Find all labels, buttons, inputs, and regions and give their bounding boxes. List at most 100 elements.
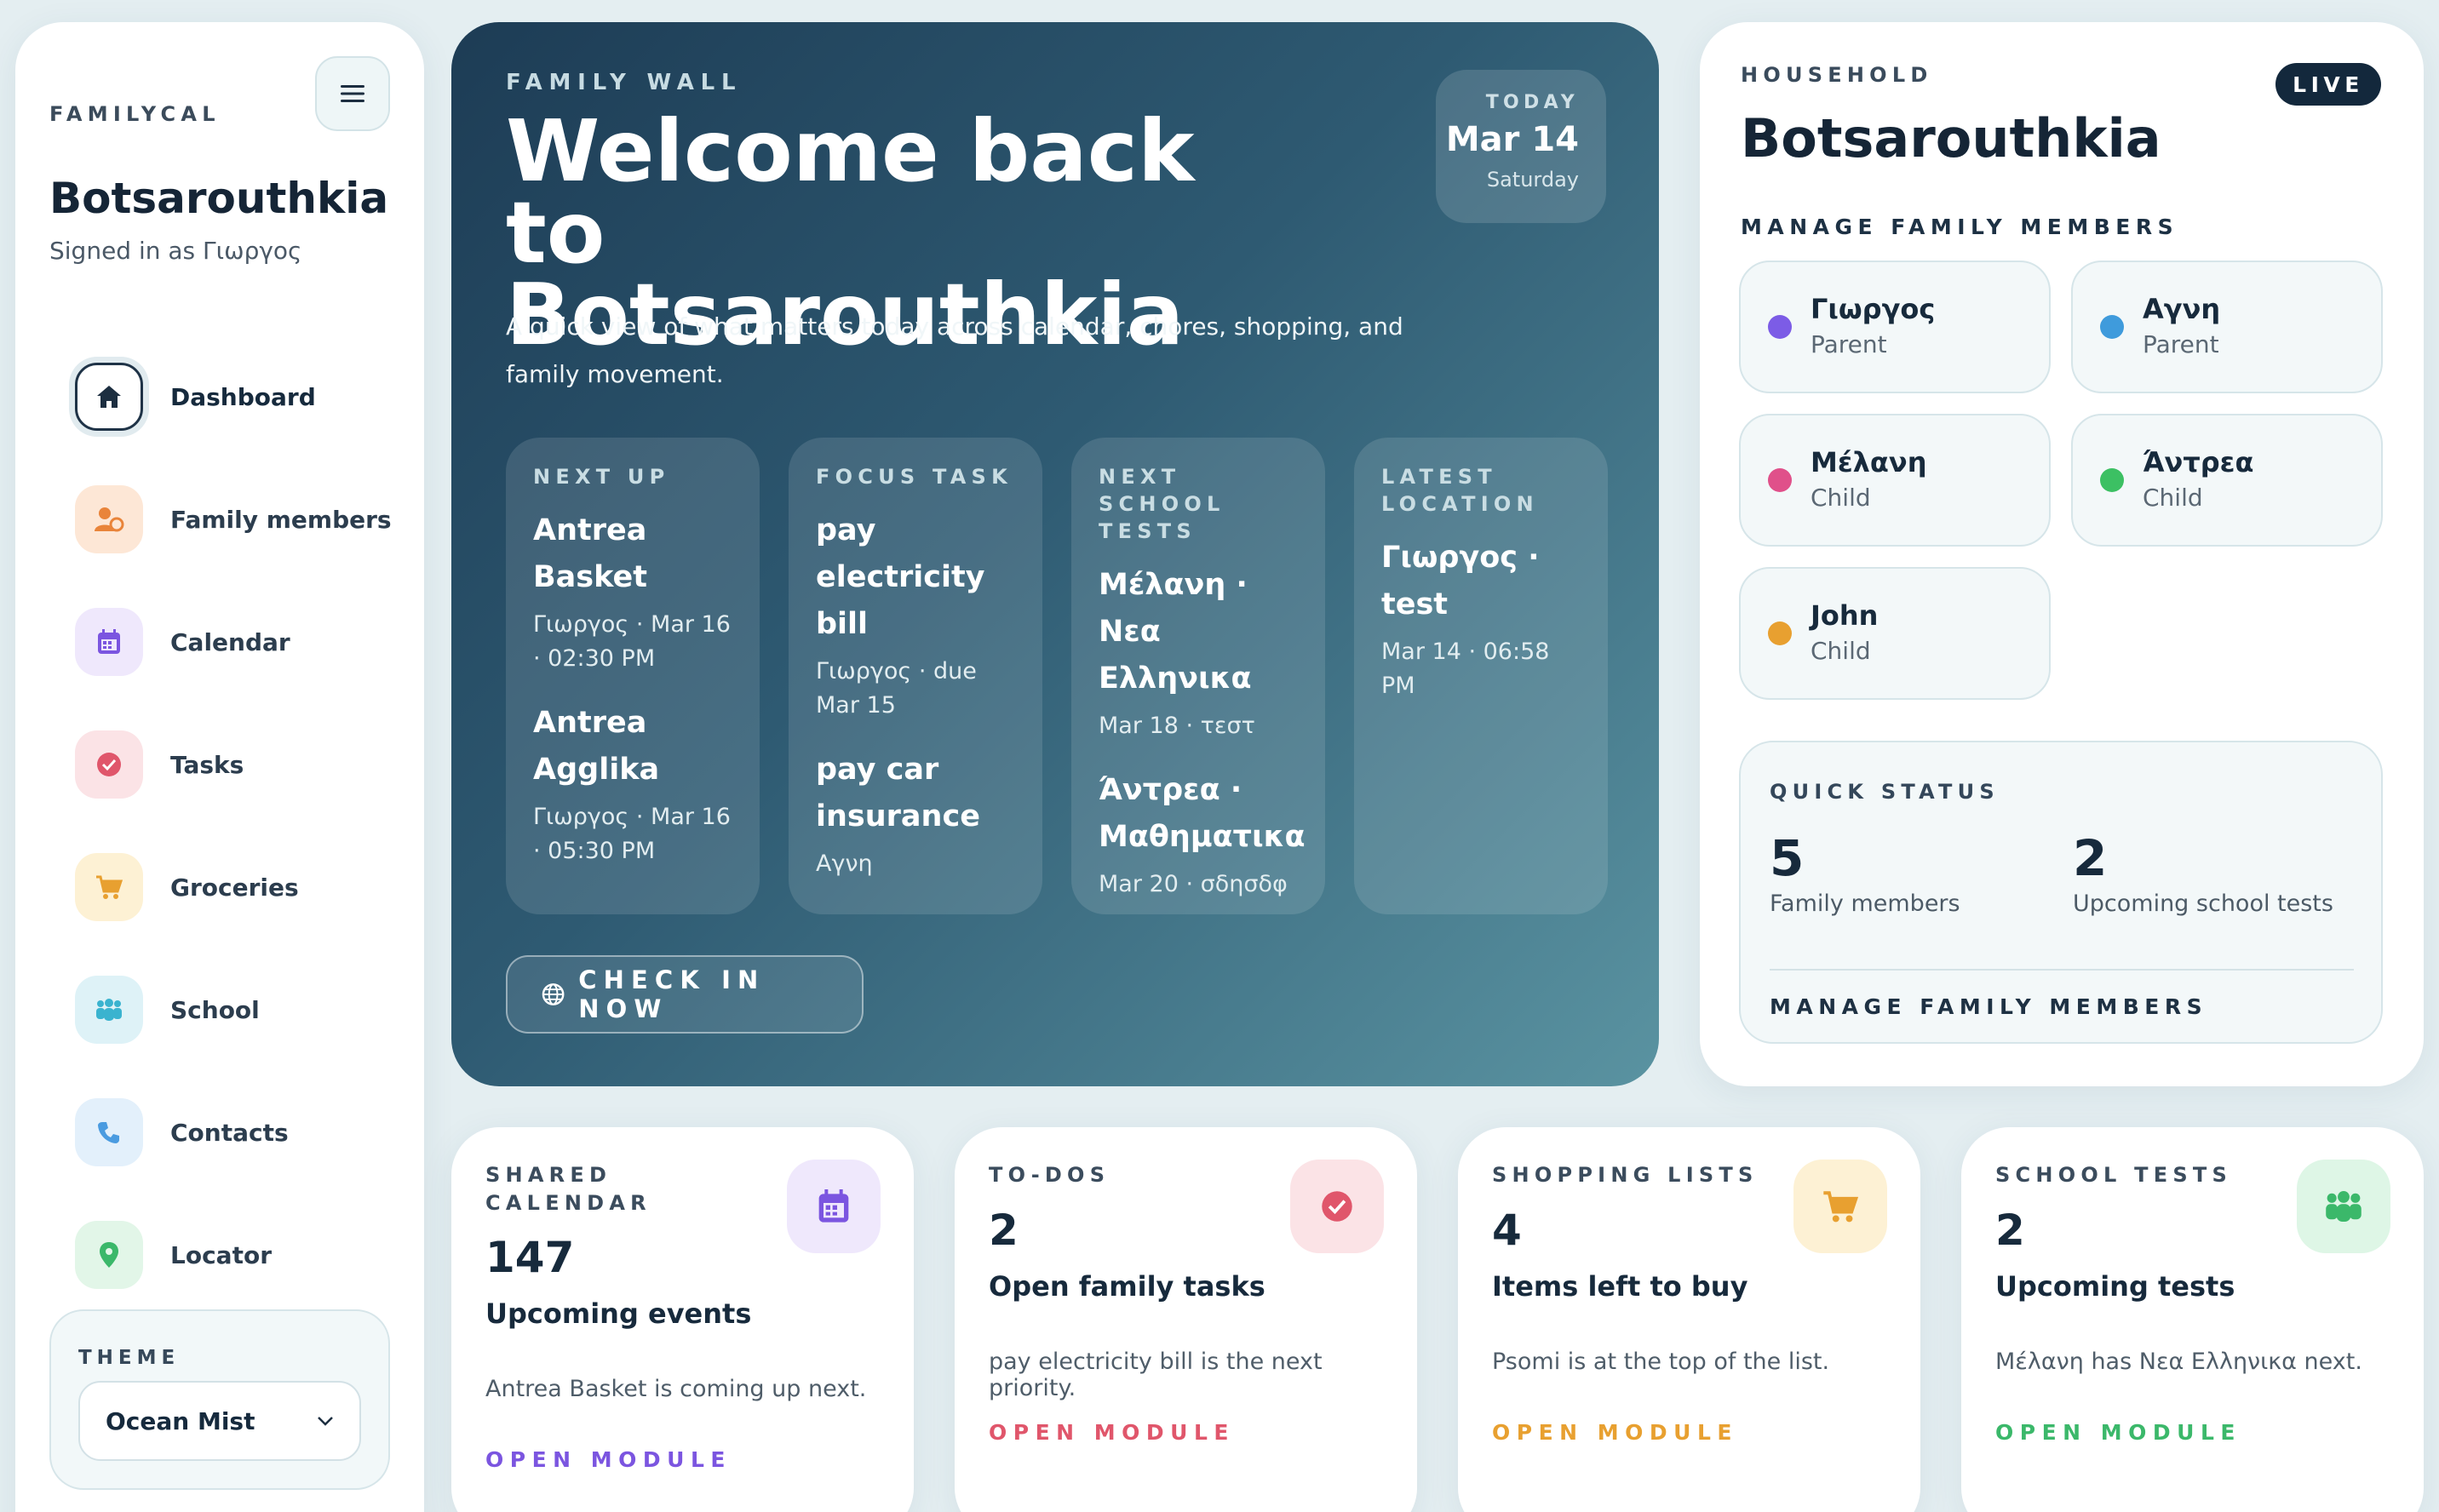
- module-title: Items left to buy: [1492, 1270, 1748, 1303]
- focus-task-card[interactable]: FOCUS TASK pay electricity bill Γιωργος …: [789, 438, 1042, 914]
- stat-value: 5: [1770, 829, 1805, 887]
- test-meta: Mar 18 · τεστ: [1099, 713, 1255, 739]
- event-title: Antrea Basket: [533, 513, 647, 594]
- people-icon: [2297, 1160, 2390, 1253]
- module-description: Psomi is at the top of the list.: [1492, 1349, 1830, 1375]
- member-name: Μέλανη: [1811, 446, 1927, 478]
- sidebar: FAMILYCAL Botsarouthkia Signed in as Γιω…: [15, 22, 424, 1512]
- task-item: pay electricity bill Γιωργος · due Mar 1…: [816, 507, 1017, 723]
- nav-item-school[interactable]: School: [75, 948, 416, 1071]
- nav-label: Groceries: [170, 873, 299, 902]
- nav-label: School: [170, 995, 260, 1024]
- cart-icon: [1793, 1160, 1887, 1253]
- module-card-calendar[interactable]: SHARED CALENDAR 147 Upcoming events Antr…: [451, 1127, 914, 1512]
- module-label: SCHOOL TESTS: [1995, 1163, 2233, 1187]
- task-meta: Αγνη: [816, 850, 873, 877]
- module-count: 147: [485, 1233, 575, 1282]
- event-item: Antrea Basket Γιωργος · Mar 16 · 02:30 P…: [533, 507, 734, 676]
- nav-label: Contacts: [170, 1118, 289, 1147]
- open-module-link[interactable]: OPEN MODULE: [1492, 1420, 1738, 1445]
- check-in-button[interactable]: CHECK IN NOW: [506, 955, 864, 1034]
- module-title: Open family tasks: [989, 1270, 1265, 1303]
- stat-family-members: 5 Family members: [1770, 828, 1960, 917]
- calendar-icon: [787, 1160, 881, 1253]
- module-title: Upcoming events: [485, 1297, 752, 1330]
- nav-item-locator[interactable]: Locator: [75, 1194, 416, 1316]
- divider: [1770, 969, 2354, 971]
- test-item: Άντρεα · Μαθηματικα Mar 20 · σδησδφ: [1099, 767, 1306, 902]
- member-card[interactable]: Μέλανη Child: [1739, 414, 2051, 547]
- brand-name: FAMILYCAL: [49, 102, 221, 126]
- nav-item-contacts[interactable]: Contacts: [75, 1071, 416, 1194]
- home-icon: [75, 363, 143, 431]
- family-members-icon: [75, 485, 143, 553]
- member-role: Child: [1811, 637, 1871, 665]
- member-name: John: [1811, 599, 1879, 632]
- latest-location-card[interactable]: LATEST LOCATION Γιωργος · test Mar 14 · …: [1354, 438, 1608, 914]
- open-module-link[interactable]: OPEN MODULE: [989, 1420, 1235, 1445]
- member-card[interactable]: Γιωργος Parent: [1739, 261, 2051, 393]
- member-color-dot: [1768, 315, 1792, 339]
- sidebar-nav: Dashboard Family members Calendar Tasks …: [75, 335, 416, 1316]
- manage-members-link[interactable]: MANAGE FAMILY MEMBERS: [1770, 994, 2207, 1019]
- theme-label: THEME: [78, 1347, 181, 1369]
- hero-eyebrow: FAMILY WALL: [506, 70, 743, 95]
- check-circle-icon: [75, 730, 143, 799]
- member-card[interactable]: John Child: [1739, 567, 2051, 700]
- nav-item-dashboard[interactable]: Dashboard: [75, 335, 416, 458]
- card-label: NEXT SCHOOL TESTS: [1099, 465, 1225, 543]
- module-count: 2: [1995, 1206, 2025, 1255]
- phone-icon: [75, 1098, 143, 1166]
- card-label: LATEST LOCATION: [1381, 465, 1539, 516]
- today-badge: TODAY Mar 14 Saturday: [1436, 70, 1606, 223]
- task-meta: Γιωργος · due Mar 15: [816, 658, 977, 719]
- household-panel: HOUSEHOLD LIVE Botsarouthkia MANAGE FAMI…: [1700, 22, 2424, 1086]
- module-card-school-tests[interactable]: SCHOOL TESTS 2 Upcoming tests Μέλανη has…: [1961, 1127, 2424, 1512]
- nav-item-calendar[interactable]: Calendar: [75, 581, 416, 703]
- member-role: Child: [1811, 484, 1871, 512]
- check-circle-icon: [1290, 1160, 1384, 1253]
- hero-summary-cards: NEXT UP Antrea Basket Γιωργος · Mar 16 ·…: [506, 438, 1608, 914]
- theme-panel: THEME Ocean Mist: [49, 1309, 390, 1490]
- test-title: Άντρεα · Μαθηματικα: [1099, 773, 1306, 854]
- theme-select[interactable]: Ocean Mist: [78, 1381, 361, 1461]
- stat-label: Family members: [1770, 891, 1960, 917]
- member-card[interactable]: Αγνη Parent: [2071, 261, 2383, 393]
- hero-description: A quick view of what matters today acros…: [506, 312, 1403, 388]
- module-description: pay electricity bill is the next priorit…: [989, 1349, 1323, 1401]
- module-title: Upcoming tests: [1995, 1270, 2235, 1303]
- location-item: Γιωργος · test Mar 14 · 06:58 PM: [1381, 535, 1582, 703]
- today-date: Mar 14: [1445, 120, 1579, 159]
- member-color-dot: [1768, 621, 1792, 645]
- school-tests-card[interactable]: NEXT SCHOOL TESTS Μέλανη · Νεα Ελληνικα …: [1071, 438, 1325, 914]
- today-label: TODAY: [1485, 92, 1579, 113]
- module-card-shopping[interactable]: SHOPPING LISTS 4 Items left to buy Psomi…: [1458, 1127, 1920, 1512]
- module-count: 2: [989, 1206, 1019, 1255]
- task-item: pay car insurance Αγνη: [816, 747, 1017, 881]
- nav-item-family-members[interactable]: Family members: [75, 458, 416, 581]
- open-module-link[interactable]: OPEN MODULE: [1995, 1420, 2241, 1445]
- nav-item-groceries[interactable]: Groceries: [75, 826, 416, 948]
- nav-item-tasks[interactable]: Tasks: [75, 703, 416, 826]
- menu-button[interactable]: [315, 56, 390, 131]
- theme-select-value: Ocean Mist: [106, 1406, 255, 1435]
- member-role: Parent: [2143, 330, 2219, 358]
- event-meta: Γιωργος · Mar 16 · 05:30 PM: [533, 804, 731, 864]
- stat-school-tests: 2 Upcoming school tests: [2073, 828, 2333, 917]
- open-module-link[interactable]: OPEN MODULE: [485, 1447, 732, 1472]
- module-card-todos[interactable]: TO-DOS 2 Open family tasks pay electrici…: [955, 1127, 1417, 1512]
- member-color-dot: [2100, 315, 2124, 339]
- next-up-card[interactable]: NEXT UP Antrea Basket Γιωργος · Mar 16 ·…: [506, 438, 760, 914]
- stat-value: 2: [2073, 829, 2108, 887]
- signed-in-as: Signed in as Γιωργος: [49, 237, 302, 265]
- member-grid: Γιωργος Parent Αγνη Parent Μέλανη Child …: [1739, 261, 2383, 700]
- module-description: Μέλανη has Νεα Ελληνικα next.: [1995, 1349, 2362, 1375]
- family-wall-hero: FAMILY WALL Welcome back to Botsarouthki…: [451, 22, 1659, 1086]
- module-cards: SHARED CALENDAR 147 Upcoming events Antr…: [451, 1127, 2424, 1512]
- member-card[interactable]: Άντρεα Child: [2071, 414, 2383, 547]
- module-label: TO-DOS: [989, 1163, 1110, 1187]
- cart-icon: [75, 853, 143, 921]
- card-label: FOCUS TASK: [816, 465, 1013, 489]
- people-icon: [75, 976, 143, 1044]
- nav-label: Dashboard: [170, 382, 316, 411]
